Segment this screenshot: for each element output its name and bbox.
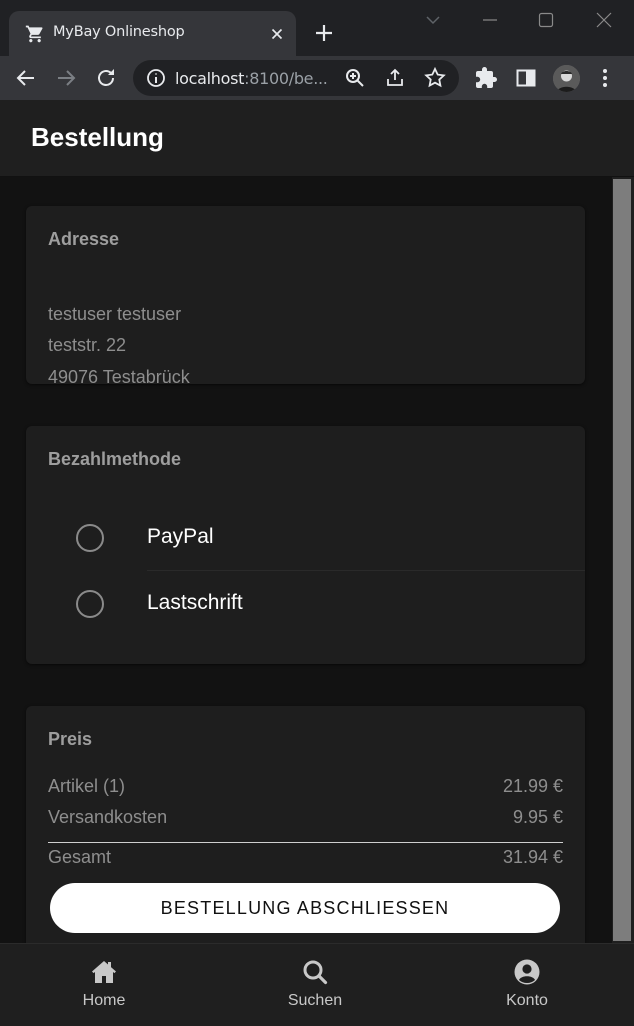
payment-card: Bezahlmethode PayPal Lastschrift <box>26 426 585 664</box>
price-card-title: Preis <box>48 729 93 749</box>
address-card-title: Adresse <box>48 229 120 249</box>
address-street: teststr. 22 <box>48 335 127 355</box>
payment-option-label: PayPal <box>147 525 214 548</box>
radio-button[interactable] <box>76 524 104 552</box>
price-divider <box>48 842 563 843</box>
browser-titlebar: MyBay Onlineshop <box>0 0 634 56</box>
maximize-icon[interactable] <box>534 8 558 32</box>
total-value: 31.94 € <box>502 847 563 867</box>
home-icon <box>92 961 116 983</box>
radio-button[interactable] <box>76 590 104 618</box>
reload-icon[interactable] <box>94 66 118 90</box>
close-icon[interactable] <box>268 25 286 43</box>
shopping-cart-icon <box>25 25 43 43</box>
search-icon <box>303 960 328 985</box>
payment-option-label: Lastschrift <box>147 591 243 614</box>
url-text[interactable]: localhost:8100/be... <box>175 69 328 88</box>
order-content[interactable]: Adresse testuser testuser teststr. 22 49… <box>0 177 612 943</box>
share-icon[interactable] <box>383 66 407 90</box>
address-city: 49076 Testabrück <box>48 367 190 387</box>
profile-avatar[interactable] <box>553 65 580 92</box>
page-title: Bestellung <box>31 122 164 152</box>
tab-account[interactable]: Konto <box>467 958 587 1014</box>
minimize-icon[interactable] <box>478 8 502 32</box>
price-value: 9.95 € <box>512 807 563 827</box>
total-label: Gesamt <box>48 847 112 867</box>
address-card: Adresse testuser testuser teststr. 22 49… <box>26 206 585 387</box>
profile-photo-icon <box>553 65 580 92</box>
tab-label: Konto <box>506 992 548 1009</box>
plus-icon[interactable] <box>312 21 336 45</box>
tab-search[interactable]: Suchen <box>255 958 375 1014</box>
app-header: Bestellung <box>0 100 634 177</box>
more-vert-icon[interactable] <box>593 66 617 90</box>
browser-toolbar: localhost:8100/be... <box>0 56 634 100</box>
payment-option-lastschrift[interactable]: Lastschrift <box>26 571 585 637</box>
chevron-down-icon[interactable] <box>421 8 445 32</box>
extensions-icon[interactable] <box>474 66 498 90</box>
forward-arrow-icon[interactable] <box>54 66 78 90</box>
info-icon[interactable] <box>144 66 168 90</box>
browser-tab[interactable]: MyBay Onlineshop <box>9 11 296 56</box>
star-icon[interactable] <box>423 66 447 90</box>
tab-label: Home <box>82 992 126 1009</box>
payment-option-paypal[interactable]: PayPal <box>26 505 585 571</box>
checkout-button[interactable]: BESTELLUNG ABSCHLIESSEN <box>50 883 560 933</box>
side-panel-icon[interactable] <box>514 66 538 90</box>
tab-home[interactable]: Home <box>44 958 164 1014</box>
address-bar[interactable]: localhost:8100/be... <box>133 60 459 96</box>
window-close-icon[interactable] <box>592 8 616 32</box>
account-icon <box>514 959 540 985</box>
scrollbar-thumb[interactable] <box>613 179 631 941</box>
bottom-tab-bar: Home Suchen Konto <box>0 943 634 1026</box>
price-value: 21.99 € <box>502 776 563 796</box>
zoom-icon[interactable] <box>343 66 367 90</box>
price-label: Artikel (1) <box>48 776 126 796</box>
price-label: Versandkosten <box>48 807 168 827</box>
payment-card-title: Bezahlmethode <box>48 449 182 469</box>
back-arrow-icon[interactable] <box>14 66 38 90</box>
price-card: Preis Artikel (1) 21.99 € Versandkosten … <box>26 706 585 943</box>
address-name: testuser testuser <box>48 304 182 324</box>
tab-title: MyBay Onlineshop <box>53 24 185 40</box>
tab-label: Suchen <box>287 992 343 1009</box>
